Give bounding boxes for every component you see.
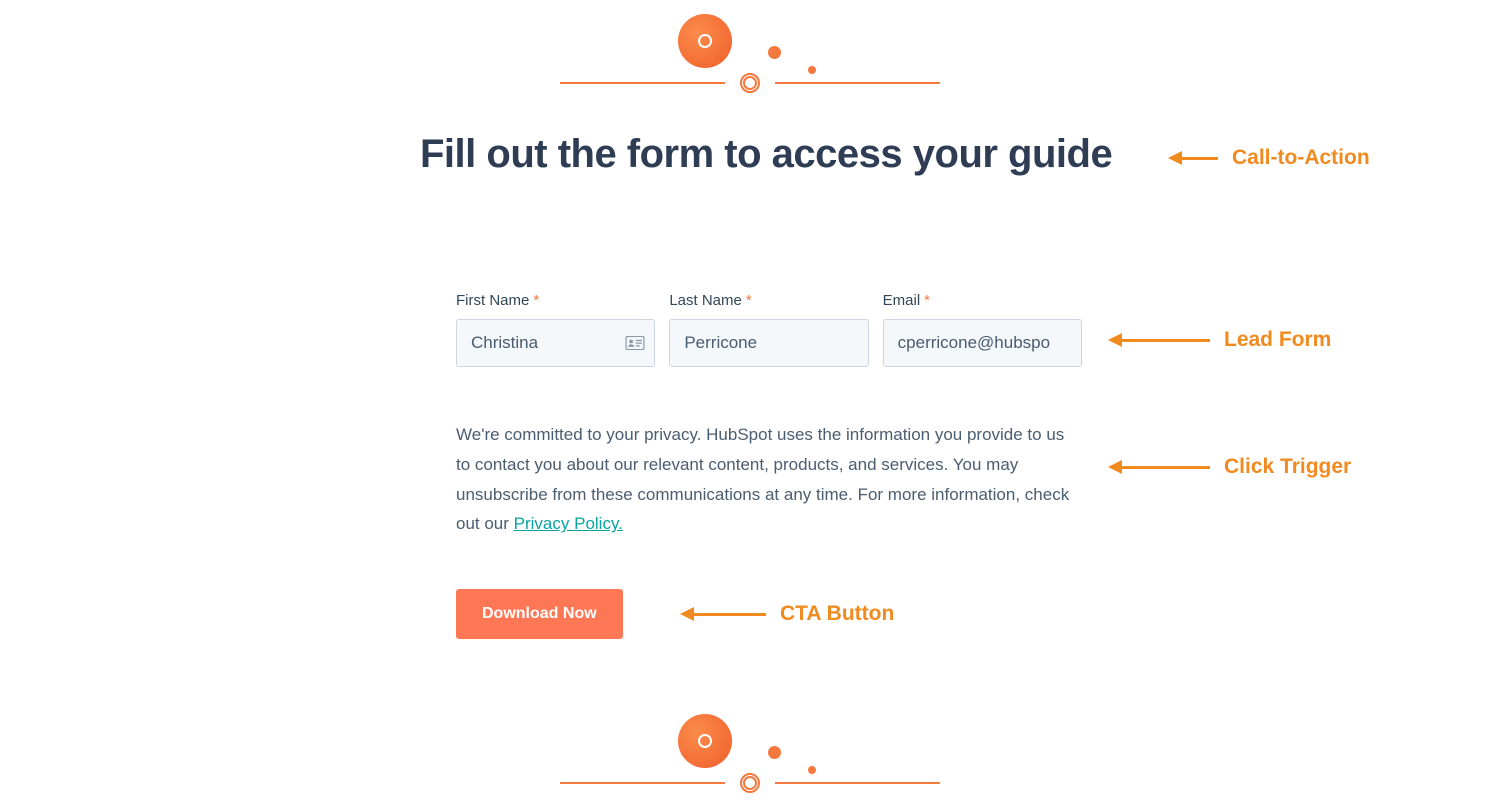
last-name-input[interactable] — [669, 319, 868, 367]
lead-form: First Name* Last Name* — [456, 292, 1082, 367]
arrow-left-icon — [1168, 151, 1218, 165]
contact-card-icon — [625, 336, 645, 350]
annotation-click-trigger: Click Trigger — [1108, 455, 1351, 479]
arrow-left-icon — [1108, 460, 1210, 474]
last-name-label: Last Name* — [669, 292, 868, 309]
email-input[interactable] — [883, 319, 1082, 367]
annotation-label: Click Trigger — [1224, 455, 1351, 479]
download-now-button[interactable]: Download Now — [456, 589, 623, 639]
last-name-field-group: Last Name* — [669, 292, 868, 367]
annotation-label: CTA Button — [780, 602, 894, 626]
annotation-label: Lead Form — [1224, 328, 1331, 352]
first-name-field-group: First Name* — [456, 292, 655, 367]
required-asterisk: * — [533, 292, 539, 309]
first-name-label-text: First Name — [456, 292, 529, 309]
privacy-text: We're committed to your privacy. HubSpot… — [456, 420, 1082, 539]
first-name-label: First Name* — [456, 292, 655, 309]
required-asterisk: * — [746, 292, 752, 309]
annotation-call-to-action: Call-to-Action — [1168, 146, 1370, 170]
decorative-divider-top — [560, 0, 940, 100]
privacy-policy-link[interactable]: Privacy Policy. — [514, 514, 623, 533]
email-label-text: Email — [883, 292, 921, 309]
decorative-divider-bottom — [560, 700, 940, 800]
last-name-label-text: Last Name — [669, 292, 742, 309]
email-field-group: Email* — [883, 292, 1082, 367]
annotation-cta-button: CTA Button — [680, 602, 894, 626]
annotation-lead-form: Lead Form — [1108, 328, 1331, 352]
arrow-left-icon — [1108, 333, 1210, 347]
annotation-label: Call-to-Action — [1232, 146, 1370, 170]
required-asterisk: * — [924, 292, 930, 309]
email-label: Email* — [883, 292, 1082, 309]
page-title: Fill out the form to access your guide — [420, 132, 1160, 177]
arrow-left-icon — [680, 607, 766, 621]
